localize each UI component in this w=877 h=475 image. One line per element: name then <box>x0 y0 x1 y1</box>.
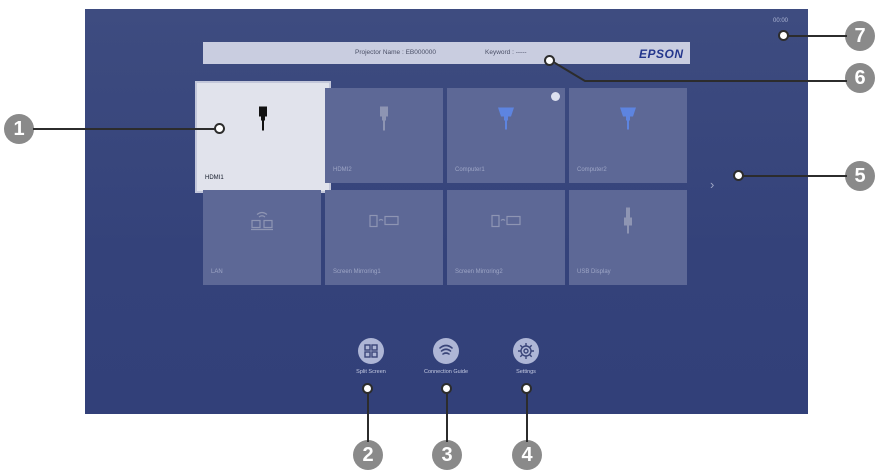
gear-icon <box>513 338 539 364</box>
source-label: Computer2 <box>577 167 607 173</box>
callout-7-line <box>785 35 847 37</box>
callout-1: 1 <box>4 114 34 144</box>
connection-guide-label: Connection Guide <box>423 369 469 375</box>
callout-4-line <box>526 390 528 442</box>
source-tile-hdmi2[interactable]: HDMI2 <box>325 88 443 183</box>
source-tile-computer1[interactable]: Computer1 <box>447 88 565 183</box>
callout-6-dot <box>544 55 555 66</box>
next-page-arrow-icon[interactable]: › <box>710 177 714 192</box>
callout-5-line <box>740 175 847 177</box>
clock: 00:00 <box>773 18 789 24</box>
check-icon <box>551 92 560 101</box>
callout-7-dot <box>778 30 789 41</box>
source-label: USB Display <box>577 269 611 275</box>
source-tile-lan[interactable]: LAN <box>203 190 321 285</box>
callout-1-dot <box>214 123 225 134</box>
source-label: Screen Mirroring2 <box>455 269 503 275</box>
source-tile-computer2[interactable]: Computer2 <box>569 88 687 183</box>
screen-mirroring-icon <box>369 214 399 233</box>
source-tile-usb-display[interactable]: USB Display <box>569 190 687 285</box>
source-label: Computer1 <box>455 167 485 173</box>
callout-3-dot <box>441 383 452 394</box>
callout-1-line <box>33 128 219 130</box>
callout-5-dot <box>733 170 744 181</box>
source-tile-screen-mirroring1[interactable]: Screen Mirroring1 <box>325 190 443 285</box>
projector-name: Projector Name : EB000000 <box>355 49 436 56</box>
vga-icon <box>498 107 514 135</box>
hdmi-icon <box>378 106 390 136</box>
connection-guide-button[interactable]: Connection Guide <box>411 338 481 375</box>
source-label: LAN <box>211 269 223 275</box>
split-screen-label: Split Screen <box>356 369 386 375</box>
source-tile-hdmi1[interactable]: HDMI1 <box>195 81 331 193</box>
source-label: HDMI1 <box>205 175 224 181</box>
callout-4: 4 <box>512 440 542 470</box>
settings-label: Settings <box>516 369 536 375</box>
callout-5: 5 <box>845 161 875 191</box>
callout-2: 2 <box>353 440 383 470</box>
callout-2-dot <box>362 383 373 394</box>
callout-4-dot <box>521 383 532 394</box>
callout-3: 3 <box>432 440 462 470</box>
source-label: HDMI2 <box>333 167 352 173</box>
hdmi-icon <box>257 106 269 135</box>
keyword: Keyword : ----- <box>485 49 527 56</box>
lan-icon <box>250 210 274 237</box>
split-screen-button[interactable]: Split Screen <box>336 338 406 375</box>
wifi-icon <box>433 338 459 364</box>
callout-6-line <box>549 59 847 82</box>
screen-mirroring-icon <box>491 214 521 233</box>
callout-2-line <box>367 390 369 442</box>
callout-7: 7 <box>845 21 875 51</box>
settings-button[interactable]: Settings <box>491 338 561 375</box>
usb-icon <box>623 207 633 239</box>
callout-3-line <box>446 390 448 442</box>
split-screen-icon <box>358 338 384 364</box>
source-label: Screen Mirroring1 <box>333 269 381 275</box>
vga-icon <box>620 107 636 135</box>
source-tile-screen-mirroring2[interactable]: Screen Mirroring2 <box>447 190 565 285</box>
